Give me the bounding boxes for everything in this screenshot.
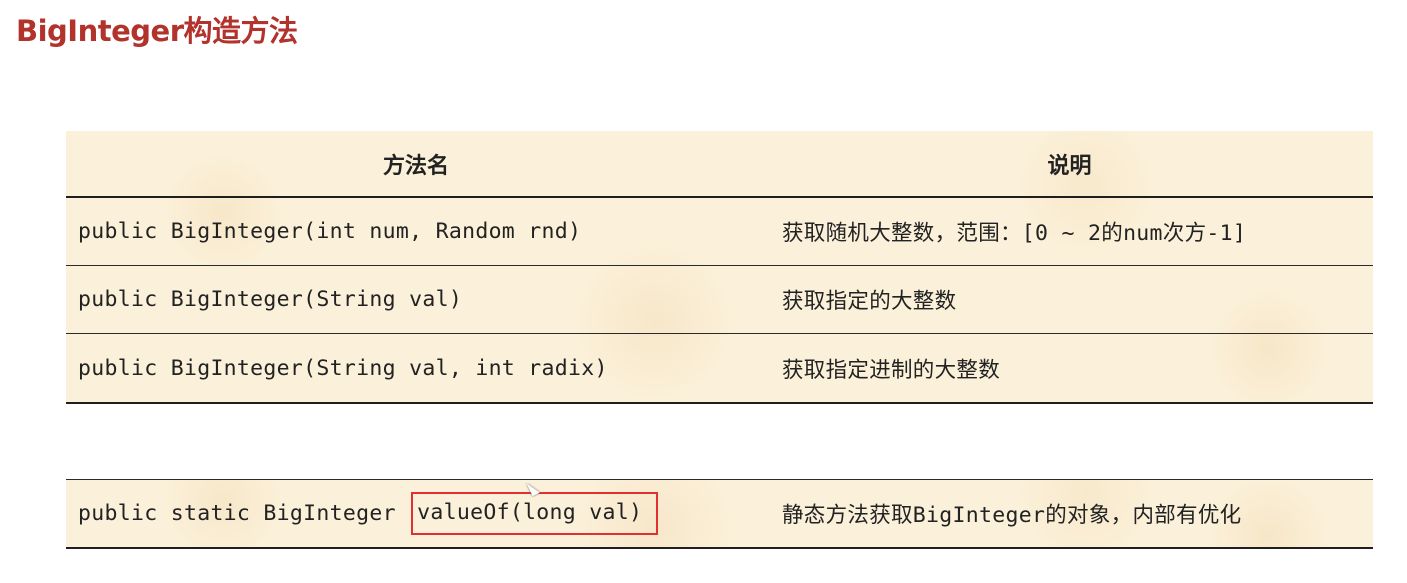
- method-description: 获取指定的大整数: [782, 289, 957, 314]
- page-title: BigInteger构造方法: [16, 14, 298, 48]
- methods-table: 方法名 说明 public BigInteger(int num, Random…: [66, 131, 1373, 404]
- method-signature: public BigInteger(String val, int radix): [78, 355, 608, 381]
- table-header-row: 方法名 说明: [66, 131, 1373, 198]
- highlighted-method-box: valueOf(long val): [411, 491, 659, 536]
- method-description: 获取随机大整数，范围：[0 ~ 2的num次方-1]: [782, 221, 1247, 246]
- method-description: 获取指定进制的大整数: [782, 357, 1001, 383]
- table-row: public BigInteger(int num, Random rnd) 获…: [66, 198, 1373, 266]
- method-signature: public BigInteger(int num, Random rnd): [78, 219, 582, 244]
- table-row: public BigInteger(String val, int radix)…: [66, 334, 1373, 404]
- header-method-name: 方法名: [382, 153, 449, 179]
- method-description: 静态方法获取BigInteger的对象，内部有优化: [782, 503, 1242, 528]
- method-signature: public static BigInteger valueOf(long va…: [78, 480, 768, 547]
- table-row: public static BigInteger valueOf(long va…: [66, 479, 1373, 549]
- method-prefix: public static BigInteger: [78, 501, 410, 526]
- table-row: public BigInteger(String val) 获取指定的大整数: [66, 266, 1373, 334]
- static-method-table: public static BigInteger valueOf(long va…: [66, 479, 1373, 549]
- header-description: 说明: [1047, 153, 1092, 179]
- method-signature: public BigInteger(String val): [78, 287, 463, 312]
